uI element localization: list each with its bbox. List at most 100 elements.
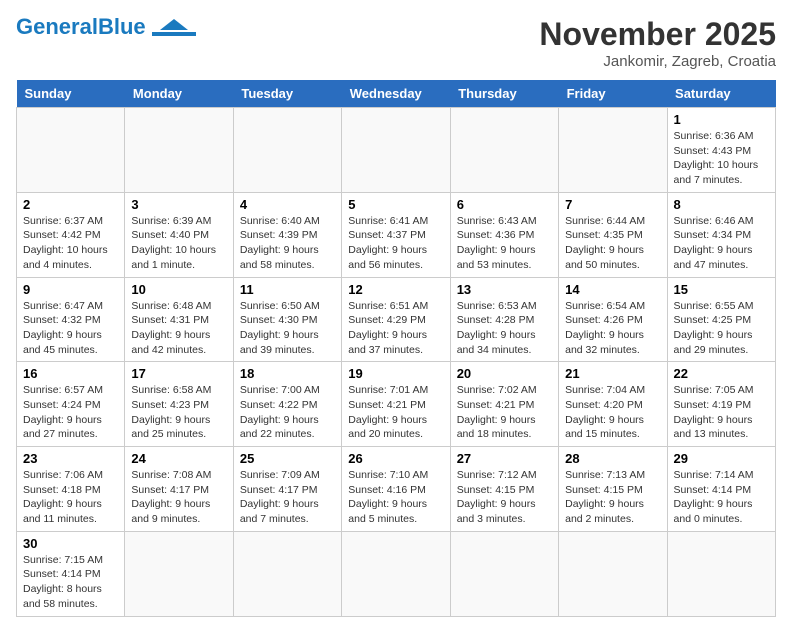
calendar-cell: 30Sunrise: 7:15 AM Sunset: 4:14 PM Dayli… (17, 531, 125, 616)
day-info: Sunrise: 7:13 AM Sunset: 4:15 PM Dayligh… (565, 468, 660, 527)
calendar-cell: 8 Sunrise: 6:46 AM Sunset: 4:34 PM Daylig… (667, 192, 775, 277)
calendar-cell: 16 Sunrise: 6:57 AM Sunset: 4:24 PM Dayli… (17, 362, 125, 447)
calendar-cell: 2 Sunrise: 6:37 AM Sunset: 4:42 PM Daylig… (17, 192, 125, 277)
calendar-cell (125, 108, 233, 193)
day-info: Sunrise: 7:05 AM Sunset: 4:19 PM Dayligh… (674, 383, 769, 442)
day-number: 14 (565, 282, 660, 297)
day-info: Sunrise: 6:46 AM Sunset: 4:34 PM Dayligh… (674, 214, 769, 273)
day-number: 6 (457, 197, 552, 212)
day-number: 8 (674, 197, 769, 212)
day-number: 22 (674, 366, 769, 381)
day-number: 29 (674, 451, 769, 466)
day-info: Sunrise: 6:36 AM Sunset: 4:43 PM Dayligh… (674, 129, 769, 188)
day-number: 1 (674, 112, 769, 127)
week-row-5: 23 Sunrise: 7:06 AM Sunset: 4:18 PM Dayli… (17, 447, 776, 532)
day-number: 9 (23, 282, 118, 297)
day-number: 25 (240, 451, 335, 466)
calendar-cell: 24 Sunrise: 7:08 AM Sunset: 4:17 PM Dayli… (125, 447, 233, 532)
day-info: Sunrise: 7:01 AM Sunset: 4:21 PM Dayligh… (348, 383, 443, 442)
day-number: 24 (131, 451, 226, 466)
calendar-cell: 5Sunrise: 6:41 AM Sunset: 4:37 PM Daylig… (342, 192, 450, 277)
week-row-4: 16 Sunrise: 6:57 AM Sunset: 4:24 PM Dayli… (17, 362, 776, 447)
calendar-cell (559, 531, 667, 616)
calendar-cell: 7 Sunrise: 6:44 AM Sunset: 4:35 PM Daylig… (559, 192, 667, 277)
day-info: Sunrise: 6:40 AM Sunset: 4:39 PM Dayligh… (240, 214, 335, 273)
day-info: Sunrise: 6:58 AM Sunset: 4:23 PM Dayligh… (131, 383, 226, 442)
logo: GeneralBlue (16, 16, 196, 38)
day-info: Sunrise: 6:54 AM Sunset: 4:26 PM Dayligh… (565, 299, 660, 358)
days-header-row: SundayMondayTuesdayWednesdayThursdayFrid… (17, 80, 776, 108)
week-row-6: 30Sunrise: 7:15 AM Sunset: 4:14 PM Dayli… (17, 531, 776, 616)
day-number: 26 (348, 451, 443, 466)
day-number: 10 (131, 282, 226, 297)
calendar-cell: 23 Sunrise: 7:06 AM Sunset: 4:18 PM Dayli… (17, 447, 125, 532)
day-info: Sunrise: 6:41 AM Sunset: 4:37 PM Dayligh… (348, 214, 443, 273)
day-header-sunday: Sunday (17, 80, 125, 108)
calendar-cell (233, 108, 341, 193)
page-header: GeneralBlue November 2025 Jankomir, Zagr… (16, 16, 776, 70)
calendar-cell (450, 108, 558, 193)
calendar-cell: 9 Sunrise: 6:47 AM Sunset: 4:32 PM Daylig… (17, 277, 125, 362)
day-number: 13 (457, 282, 552, 297)
calendar-cell: 13 Sunrise: 6:53 AM Sunset: 4:28 PM Dayli… (450, 277, 558, 362)
day-info: Sunrise: 7:12 AM Sunset: 4:15 PM Dayligh… (457, 468, 552, 527)
day-number: 11 (240, 282, 335, 297)
day-number: 23 (23, 451, 118, 466)
day-info: Sunrise: 6:51 AM Sunset: 4:29 PM Dayligh… (348, 299, 443, 358)
day-info: Sunrise: 6:53 AM Sunset: 4:28 PM Dayligh… (457, 299, 552, 358)
calendar-cell (559, 108, 667, 193)
calendar-cell: 20Sunrise: 7:02 AM Sunset: 4:21 PM Dayli… (450, 362, 558, 447)
calendar-cell: 25 Sunrise: 7:09 AM Sunset: 4:17 PM Dayli… (233, 447, 341, 532)
day-info: Sunrise: 6:44 AM Sunset: 4:35 PM Dayligh… (565, 214, 660, 273)
calendar-cell (233, 531, 341, 616)
day-info: Sunrise: 6:55 AM Sunset: 4:25 PM Dayligh… (674, 299, 769, 358)
day-info: Sunrise: 7:08 AM Sunset: 4:17 PM Dayligh… (131, 468, 226, 527)
calendar-cell (125, 531, 233, 616)
day-info: Sunrise: 7:06 AM Sunset: 4:18 PM Dayligh… (23, 468, 118, 527)
day-number: 21 (565, 366, 660, 381)
day-info: Sunrise: 6:47 AM Sunset: 4:32 PM Dayligh… (23, 299, 118, 358)
calendar-cell: 15 Sunrise: 6:55 AM Sunset: 4:25 PM Dayli… (667, 277, 775, 362)
logo-bar (152, 32, 196, 36)
day-info: Sunrise: 7:00 AM Sunset: 4:22 PM Dayligh… (240, 383, 335, 442)
day-number: 16 (23, 366, 118, 381)
calendar-cell: 21Sunrise: 7:04 AM Sunset: 4:20 PM Dayli… (559, 362, 667, 447)
day-header-monday: Monday (125, 80, 233, 108)
calendar-cell (450, 531, 558, 616)
day-info: Sunrise: 6:57 AM Sunset: 4:24 PM Dayligh… (23, 383, 118, 442)
day-number: 15 (674, 282, 769, 297)
day-header-thursday: Thursday (450, 80, 558, 108)
day-info: Sunrise: 6:48 AM Sunset: 4:31 PM Dayligh… (131, 299, 226, 358)
calendar-cell (342, 108, 450, 193)
day-number: 17 (131, 366, 226, 381)
day-number: 2 (23, 197, 118, 212)
day-number: 18 (240, 366, 335, 381)
calendar-table: SundayMondayTuesdayWednesdayThursdayFrid… (16, 80, 776, 617)
day-number: 7 (565, 197, 660, 212)
calendar-cell: 4 Sunrise: 6:40 AM Sunset: 4:39 PM Daylig… (233, 192, 341, 277)
calendar-cell: 14 Sunrise: 6:54 AM Sunset: 4:26 PM Dayli… (559, 277, 667, 362)
calendar-cell (667, 531, 775, 616)
day-info: Sunrise: 7:15 AM Sunset: 4:14 PM Dayligh… (23, 553, 118, 612)
day-header-tuesday: Tuesday (233, 80, 341, 108)
day-info: Sunrise: 7:10 AM Sunset: 4:16 PM Dayligh… (348, 468, 443, 527)
day-info: Sunrise: 6:43 AM Sunset: 4:36 PM Dayligh… (457, 214, 552, 273)
calendar-cell: 3Sunrise: 6:39 AM Sunset: 4:40 PM Daylig… (125, 192, 233, 277)
day-number: 4 (240, 197, 335, 212)
week-row-2: 2 Sunrise: 6:37 AM Sunset: 4:42 PM Daylig… (17, 192, 776, 277)
calendar-cell: 26 Sunrise: 7:10 AM Sunset: 4:16 PM Dayli… (342, 447, 450, 532)
day-info: Sunrise: 7:09 AM Sunset: 4:17 PM Dayligh… (240, 468, 335, 527)
week-row-1: 1 Sunrise: 6:36 AM Sunset: 4:43 PM Daylig… (17, 108, 776, 193)
title-area: November 2025 Jankomir, Zagreb, Croatia (539, 16, 776, 70)
day-header-friday: Friday (559, 80, 667, 108)
day-header-saturday: Saturday (667, 80, 775, 108)
calendar-cell: 10 Sunrise: 6:48 AM Sunset: 4:31 PM Dayli… (125, 277, 233, 362)
calendar-cell: 12Sunrise: 6:51 AM Sunset: 4:29 PM Dayli… (342, 277, 450, 362)
day-number: 27 (457, 451, 552, 466)
day-number: 20 (457, 366, 552, 381)
calendar-cell: 1 Sunrise: 6:36 AM Sunset: 4:43 PM Daylig… (667, 108, 775, 193)
day-number: 3 (131, 197, 226, 212)
calendar-cell (17, 108, 125, 193)
week-row-3: 9 Sunrise: 6:47 AM Sunset: 4:32 PM Daylig… (17, 277, 776, 362)
day-info: Sunrise: 6:37 AM Sunset: 4:42 PM Dayligh… (23, 214, 118, 273)
